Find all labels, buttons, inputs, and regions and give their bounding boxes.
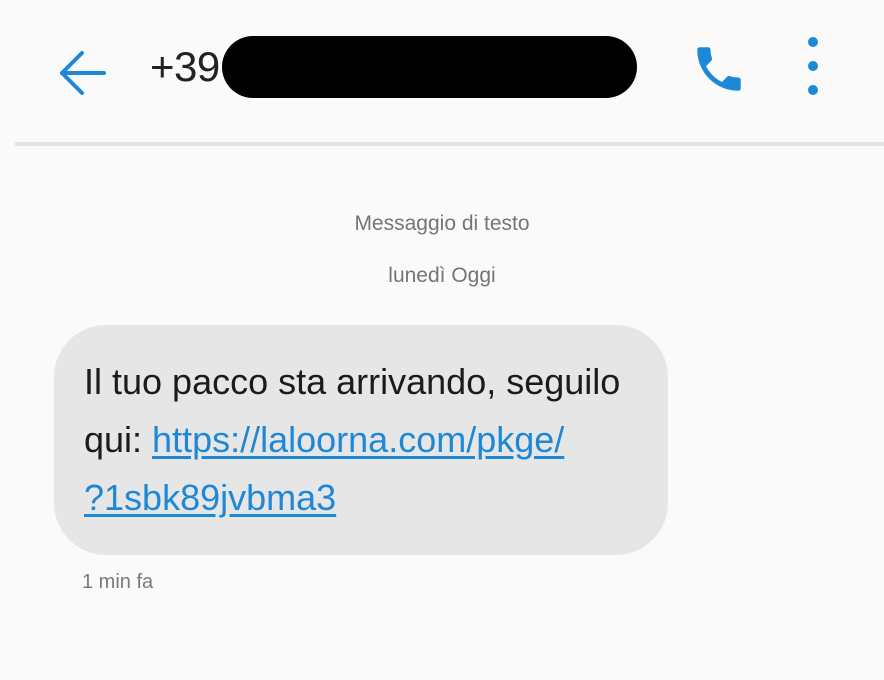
message-link[interactable]: https://laloorna.com/pkge/ ?1sbk89jvbma3: [84, 419, 564, 518]
header-divider: [15, 142, 884, 146]
message-channel-label: Messaggio di testo: [354, 212, 530, 235]
call-button[interactable]: [690, 38, 748, 100]
message-day-label: lunedì Oggi: [388, 264, 496, 287]
contact-number-prefix: +39: [150, 43, 220, 90]
back-button[interactable]: [52, 40, 112, 100]
arrow-left-icon: [60, 51, 106, 95]
more-options-button[interactable]: [796, 32, 830, 104]
message-link-part-1: https://laloorna.com/pkge/: [152, 419, 565, 460]
more-vertical-icon: [808, 37, 818, 95]
phone-icon: [697, 47, 741, 91]
conversation-header: +39: [0, 0, 884, 145]
message-timestamp: 1 min fa: [82, 571, 154, 593]
message-bubble[interactable]: Il tuo pacco sta arrivando, seguilo qui:…: [54, 325, 668, 555]
message-link-part-2: ?1sbk89jvbma3: [84, 477, 337, 518]
redacted-number: [221, 36, 637, 98]
contact-title[interactable]: +39: [150, 36, 637, 98]
